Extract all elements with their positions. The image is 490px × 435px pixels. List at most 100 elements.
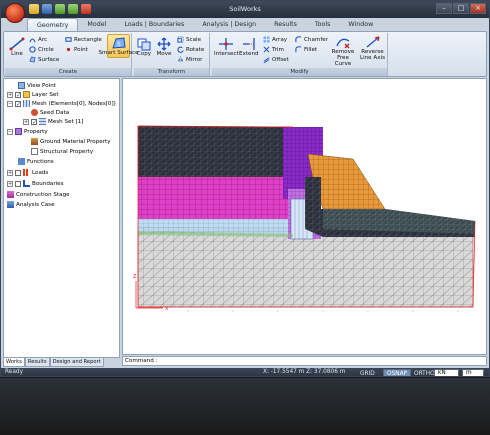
svg-text:X: X [165, 306, 169, 312]
offset-label: Offset [272, 56, 289, 63]
mesh-set-checkbox[interactable]: ✓ [31, 118, 37, 125]
tree-item-view-point[interactable]: View Point [18, 82, 56, 89]
tab-window[interactable]: Window [339, 18, 382, 31]
tree-item-structural[interactable]: Structural Property [31, 148, 93, 155]
reverse-line-axis-button[interactable]: Reverse Line Axis [359, 35, 386, 61]
mesh-label: Mesh (Elements[0], Nodes[0]) [32, 100, 116, 107]
scale-label: Scale [186, 36, 202, 43]
construction-stage-label: Construction Stage [16, 191, 70, 198]
scale-icon [177, 36, 184, 43]
window-controls: – □ × [436, 3, 486, 14]
tree-item-construction-stage[interactable]: Construction Stage [7, 191, 70, 198]
tree-item-mesh[interactable]: − ✓ Mesh (Elements[0], Nodes[0]) [7, 100, 116, 107]
tree-item-ground-material[interactable]: Ground Material Property [31, 138, 111, 145]
move-icon [157, 37, 171, 51]
remove-free-curve-button[interactable]: Remove Free Curve [329, 35, 357, 67]
tab-results[interactable]: Results [265, 18, 306, 31]
move-button[interactable]: Move [156, 37, 172, 57]
expand-icon[interactable]: + [7, 180, 13, 187]
functions-icon [18, 158, 25, 165]
status-bar: Ready X: -17.5547 m Z: 37.0806 m GRID OS… [1, 368, 489, 376]
rotate-button[interactable]: Rotate [177, 46, 204, 53]
tab-model[interactable]: Model [78, 18, 115, 31]
move-label: Move [156, 51, 172, 57]
point-icon [66, 47, 71, 52]
minimize-button[interactable]: – [436, 3, 452, 14]
mesh-checkbox[interactable]: ✓ [15, 100, 21, 107]
surface-button[interactable]: Surface [29, 56, 59, 63]
structural-label: Structural Property [40, 148, 94, 155]
model-viewport[interactable]: Z X [122, 78, 487, 355]
layer-set-label: Layer Set [32, 91, 59, 98]
create-group-label: Create [5, 68, 131, 76]
arc-button[interactable]: Arc [29, 36, 47, 43]
tree-item-seed-data[interactable]: Seed Data [31, 109, 69, 116]
mesh-icon [23, 100, 30, 107]
chamfer-button[interactable]: Chamfer [295, 36, 328, 43]
expand-icon[interactable]: + [7, 91, 13, 98]
rotate-icon [177, 46, 184, 53]
osnap-toggle[interactable]: OSNAP [383, 369, 412, 376]
mirror-button[interactable]: Mirror [177, 56, 202, 63]
close-button[interactable]: × [470, 3, 486, 14]
tab-results-panel[interactable]: Results [24, 358, 50, 367]
tree-item-mesh-set[interactable]: + ✓ Mesh Set [1] [23, 118, 83, 125]
array-button[interactable]: Array [263, 36, 287, 43]
offset-button[interactable]: Offset [263, 56, 289, 63]
tree-item-property[interactable]: − Property [7, 128, 48, 135]
tab-design-report[interactable]: Design and Report [49, 358, 104, 367]
point-button[interactable]: Point [65, 46, 88, 53]
analysis-case-label: Analysis Case [16, 201, 55, 208]
tab-loads-boundaries[interactable]: Loads | Boundaries [115, 18, 193, 31]
circle-icon [29, 46, 36, 53]
scale-button[interactable]: Scale [177, 36, 201, 43]
tab-geometry[interactable]: Geometry [27, 18, 79, 31]
copy-button[interactable]: Copy [136, 37, 152, 57]
smart-surface-button[interactable]: S Smart Surface [99, 34, 139, 58]
line-button[interactable]: Line [9, 37, 25, 57]
svg-text:S: S [117, 41, 121, 48]
tab-analysis-design[interactable]: Analysis | Design [193, 18, 265, 31]
circle-button[interactable]: Circle [29, 46, 54, 53]
seed-data-icon [31, 109, 38, 116]
ground-material-label: Ground Material Property [40, 138, 111, 145]
property-label: Property [24, 128, 48, 135]
smart-surface-icon: S [111, 37, 126, 49]
loads-checkbox[interactable] [15, 169, 21, 176]
transform-group: Copy Move Scale Rotate Mirror Transform [134, 33, 210, 76]
application-window: SoilWorks – □ × Geometry Model Loads | B… [0, 0, 490, 377]
mesh-canvas[interactable]: Z X [123, 79, 487, 355]
extend-button[interactable]: Extend [239, 37, 259, 57]
tree-item-analysis-case[interactable]: Analysis Case [7, 201, 55, 208]
ground-material-icon [31, 138, 38, 145]
layer-set-checkbox[interactable]: ✓ [15, 91, 21, 98]
tree-item-loads[interactable]: + Loads [7, 169, 48, 176]
length-unit-select[interactable]: m [462, 369, 484, 376]
trim-button[interactable]: Trim [263, 46, 284, 53]
rectangle-button[interactable]: Rectangle [65, 36, 102, 43]
command-line[interactable]: Command : [122, 356, 487, 366]
force-unit-select[interactable]: kN [434, 369, 459, 376]
intersect-icon [219, 38, 234, 50]
fillet-button[interactable]: Fillet [295, 46, 317, 53]
maximize-button[interactable]: □ [453, 3, 469, 14]
intersect-button[interactable]: Intersect [214, 37, 239, 57]
expand-icon[interactable]: + [23, 118, 29, 125]
tree-item-boundaries[interactable]: + Boundaries [7, 180, 64, 187]
reverse-line-axis-icon [366, 36, 380, 48]
boundaries-checkbox[interactable] [15, 180, 21, 187]
arc-icon [29, 38, 36, 43]
tree-item-layer-set[interactable]: + ✓ Layer Set [7, 91, 59, 98]
tab-works[interactable]: Works [3, 358, 25, 367]
collapse-icon[interactable]: − [7, 100, 13, 107]
app-menu-button[interactable] [5, 3, 25, 23]
tree-item-functions[interactable]: Functions [18, 158, 54, 165]
expand-icon[interactable]: + [7, 169, 13, 176]
grid-toggle[interactable]: GRID [356, 369, 379, 376]
title-bar: SoilWorks – □ × [1, 1, 489, 18]
window-reflection [0, 378, 490, 435]
collapse-icon[interactable]: − [7, 128, 13, 135]
construction-stage-icon [7, 191, 14, 198]
tab-tools[interactable]: Tools [306, 18, 340, 31]
trim-label: Trim [272, 46, 284, 53]
